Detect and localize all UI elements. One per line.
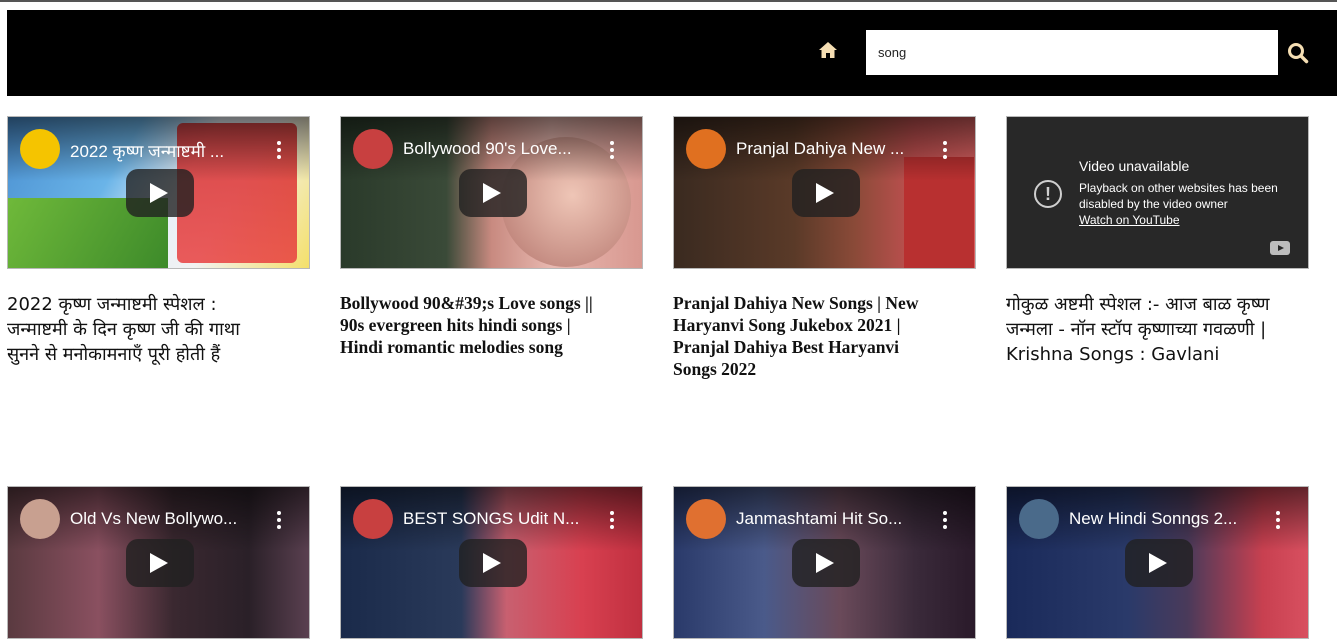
video-card[interactable]: Old Vs New Bollywo... — [7, 486, 310, 639]
more-options-icon[interactable] — [943, 141, 947, 159]
more-options-icon[interactable] — [1276, 511, 1280, 529]
video-thumbnail[interactable]: Pranjal Dahiya New ... — [673, 116, 976, 269]
video-thumbnail[interactable]: Bollywood 90's Love... — [340, 116, 643, 269]
video-thumbnail[interactable]: Janmashtami Hit So... — [673, 486, 976, 639]
more-options-icon[interactable] — [610, 511, 614, 529]
unavailable-title: Video unavailable — [1079, 158, 1190, 174]
video-title-overlay[interactable]: New Hindi Sonngs 2... — [1069, 509, 1269, 529]
video-title-overlay[interactable]: Janmashtami Hit So... — [736, 509, 936, 529]
play-button[interactable] — [792, 539, 860, 587]
video-caption[interactable]: गोकुळ अष्टमी स्पेशल :- आज बाळ कृष्ण जन्म… — [1006, 292, 1286, 367]
more-options-icon[interactable] — [943, 511, 947, 529]
search-icon[interactable] — [1287, 42, 1309, 64]
play-button[interactable] — [126, 169, 194, 217]
channel-avatar[interactable] — [686, 129, 726, 169]
video-card[interactable]: Pranjal Dahiya New ... Pranjal Dahiya Ne… — [673, 116, 976, 379]
video-card[interactable]: 2022 कृष्ण जन्माष्टमी ... 2022 कृष्ण जन्… — [7, 116, 310, 365]
play-button[interactable] — [1125, 539, 1193, 587]
unavailable-message: Playback on other websites has been disa… — [1079, 181, 1278, 211]
video-thumbnail[interactable]: 2022 कृष्ण जन्माष्टमी ... — [7, 116, 310, 269]
video-title-overlay[interactable]: Old Vs New Bollywo... — [70, 509, 270, 529]
channel-avatar[interactable] — [1019, 499, 1059, 539]
channel-avatar[interactable] — [686, 499, 726, 539]
video-title-overlay[interactable]: Bollywood 90's Love... — [403, 139, 603, 159]
video-card[interactable]: BEST SONGS Udit N... — [340, 486, 643, 639]
video-title-overlay[interactable]: Pranjal Dahiya New ... — [736, 139, 936, 159]
watch-on-youtube-link[interactable]: Watch on YouTube — [1079, 213, 1180, 227]
top-divider — [0, 0, 1337, 2]
more-options-icon[interactable] — [277, 511, 281, 529]
channel-avatar[interactable] — [20, 499, 60, 539]
video-card[interactable]: New Hindi Sonngs 2... — [1006, 486, 1309, 639]
channel-avatar[interactable] — [20, 129, 60, 169]
channel-avatar[interactable] — [353, 129, 393, 169]
more-options-icon[interactable] — [277, 141, 281, 159]
youtube-logo-icon[interactable] — [1270, 241, 1290, 255]
channel-avatar[interactable] — [353, 499, 393, 539]
more-options-icon[interactable] — [610, 141, 614, 159]
play-button[interactable] — [126, 539, 194, 587]
play-button[interactable] — [792, 169, 860, 217]
video-caption[interactable]: Pranjal Dahiya New Songs | New Haryanvi … — [673, 292, 943, 380]
play-button[interactable] — [459, 169, 527, 217]
home-icon[interactable] — [818, 40, 838, 60]
video-card[interactable]: ! Video unavailable Playback on other we… — [1006, 116, 1309, 365]
search-input[interactable] — [866, 30, 1278, 75]
video-thumbnail[interactable]: BEST SONGS Udit N... — [340, 486, 643, 639]
header-bar — [7, 10, 1337, 96]
video-thumbnail[interactable]: New Hindi Sonngs 2... — [1006, 486, 1309, 639]
video-card[interactable]: Bollywood 90's Love... Bollywood 90&#39;… — [340, 116, 643, 357]
video-caption[interactable]: 2022 कृष्ण जन्माष्टमी स्पेशल : जन्माष्टम… — [7, 292, 257, 367]
video-unavailable-panel: ! Video unavailable Playback on other we… — [1006, 116, 1309, 269]
video-thumbnail[interactable]: Old Vs New Bollywo... — [7, 486, 310, 639]
video-title-overlay[interactable]: BEST SONGS Udit N... — [403, 509, 603, 529]
warning-icon: ! — [1034, 180, 1062, 208]
video-title-overlay[interactable]: 2022 कृष्ण जन्माष्टमी ... — [70, 139, 270, 162]
play-button[interactable] — [459, 539, 527, 587]
video-card[interactable]: Janmashtami Hit So... — [673, 486, 976, 639]
video-caption[interactable]: Bollywood 90&#39;s Love songs || 90s eve… — [340, 292, 610, 358]
